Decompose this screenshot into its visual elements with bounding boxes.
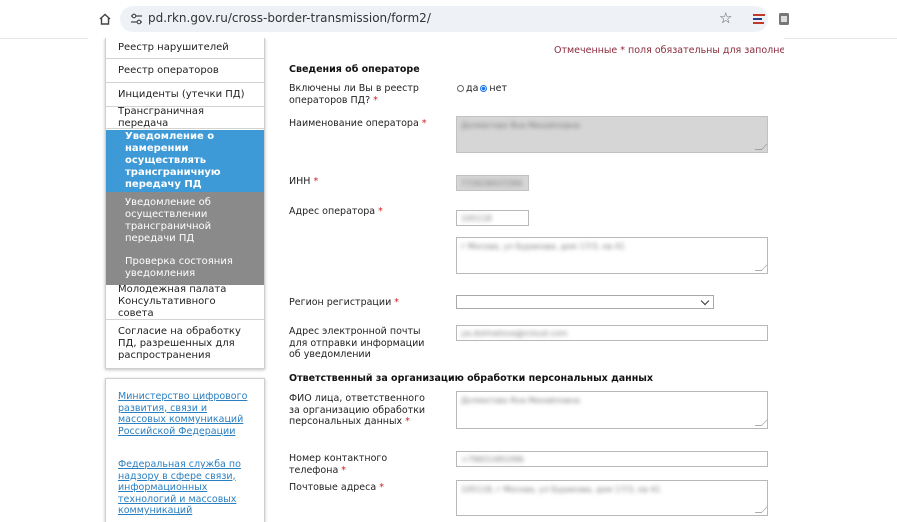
registry-question-label: Включены ли Вы в реестр операторов ПД? * bbox=[289, 83, 419, 106]
link-ministry[interactable]: Министерство цифрового развития, связи и… bbox=[118, 391, 254, 437]
bookmark-star-icon[interactable]: ☆ bbox=[719, 11, 732, 26]
operator-name-textarea[interactable]: Долматова Яна Михайловна bbox=[456, 116, 768, 153]
sidebar-item-label: Реестр операторов bbox=[118, 65, 219, 76]
page-content: Реестр нарушителей Реестр операторов Инц… bbox=[88, 38, 784, 522]
operator-name-value: Долматова Яна Михайловна bbox=[461, 121, 580, 130]
sidebar-nav: Реестр нарушителей Реестр операторов Инц… bbox=[105, 38, 265, 369]
radio-no[interactable] bbox=[480, 85, 488, 92]
sidebar-sub-intent-notice[interactable]: Уведомление о намерении осуществлять тра… bbox=[106, 130, 264, 192]
sidebar-item-label: Инциденты (утечки ПД) bbox=[118, 89, 245, 100]
address-textarea[interactable]: г Москва, ул Буракова, дом 17/3, кв 41 bbox=[456, 237, 768, 274]
email-input[interactable]: ya.dolmatova@icloud.com bbox=[456, 325, 768, 341]
sidebar-item-label: Трансграничная передача bbox=[118, 106, 204, 129]
sidebar-sub-status-check[interactable]: Проверка состояния уведомления bbox=[106, 250, 264, 285]
sidebar-item-youth-chamber[interactable]: Молодежная палата Консультативного совет… bbox=[106, 284, 264, 320]
region-label: Регион регистрации * bbox=[289, 297, 400, 308]
sidebar-sub-label: Проверка состояния уведомления bbox=[125, 255, 233, 279]
sidebar-item-label: Реестр нарушителей bbox=[118, 42, 229, 53]
sidebar-item-label: Молодежная палата Консультативного совет… bbox=[118, 284, 227, 319]
resize-handle-icon[interactable] bbox=[754, 143, 767, 150]
related-links-box: Министерство цифрового развития, связи и… bbox=[105, 378, 265, 522]
section-title-operator: Сведения об операторе bbox=[289, 64, 420, 75]
address-label: Адрес оператора * bbox=[289, 206, 383, 217]
extension-2-icon[interactable] bbox=[778, 12, 790, 26]
radio-no-label: нет bbox=[489, 83, 507, 94]
radio-yes-label: да bbox=[466, 83, 479, 94]
phone-label: Номер контактного телефона * bbox=[289, 453, 388, 476]
postcode-input[interactable]: 105118 bbox=[456, 210, 529, 226]
section-title-responsible: Ответственный за организацию обработки п… bbox=[289, 373, 654, 384]
resize-handle-icon[interactable] bbox=[754, 419, 767, 426]
fio-label: ФИО лица, ответственного за организацию … bbox=[289, 393, 426, 427]
postal-address-textarea[interactable]: 105118, г Москва, ул Буракова, дом 17/3,… bbox=[456, 480, 768, 516]
postal-address-label: Почтовые адреса * bbox=[289, 482, 384, 493]
phone-value: +79651481096 bbox=[461, 455, 524, 464]
sidebar-item-consent[interactable]: Согласие на обработку ПД, разрешенных дл… bbox=[106, 321, 264, 367]
phone-input[interactable]: +79651481096 bbox=[456, 451, 768, 467]
link-roskomnadzor[interactable]: Федеральная служба по надзору в сфере св… bbox=[118, 459, 254, 517]
registry-radio-group: да нет bbox=[457, 83, 507, 94]
resize-handle-icon[interactable] bbox=[754, 264, 767, 271]
sidebar-item-violators-registry[interactable]: Реестр нарушителей bbox=[106, 38, 264, 59]
fio-textarea[interactable]: Долматова Яна Михайловна bbox=[456, 391, 768, 429]
inn-label: ИНН * bbox=[289, 176, 319, 187]
address-value: г Москва, ул Буракова, дом 17/3, кв 41 bbox=[461, 242, 625, 251]
chevron-down-icon bbox=[700, 296, 710, 306]
sidebar-item-incidents[interactable]: Инциденты (утечки ПД) bbox=[106, 84, 264, 107]
sidebar-sub-implementation-notice[interactable]: Уведомление об осуществлении трансгранич… bbox=[106, 192, 264, 250]
required-fields-note: Отмеченные * поля обязательны для заполн… bbox=[554, 45, 784, 56]
region-select[interactable] bbox=[456, 295, 714, 309]
browser-toolbar: pd.rkn.gov.ru/cross-border-transmission/… bbox=[0, 0, 897, 39]
postal-address-value: 105118, г Москва, ул Буракова, дом 17/3,… bbox=[461, 485, 661, 494]
radio-yes[interactable] bbox=[457, 85, 464, 92]
address-bar[interactable]: pd.rkn.gov.ru/cross-border-transmission/… bbox=[120, 6, 768, 32]
fio-value: Долматова Яна Михайловна bbox=[461, 396, 580, 405]
postcode-value: 105118 bbox=[461, 214, 492, 223]
sidebar-item-cross-border[interactable]: Трансграничная передача bbox=[106, 106, 264, 129]
email-value: ya.dolmatova@icloud.com bbox=[461, 329, 568, 338]
home-icon[interactable] bbox=[98, 12, 112, 26]
sidebar-item-label: Согласие на обработку ПД, разрешенных дл… bbox=[118, 326, 241, 361]
sidebar-item-operators-registry[interactable]: Реестр операторов bbox=[106, 60, 264, 83]
inn-input[interactable]: 772618437284 bbox=[456, 175, 529, 191]
sidebar-sub-label: Уведомление об осуществлении трансгранич… bbox=[125, 197, 212, 244]
extension-icon[interactable] bbox=[752, 12, 766, 26]
inn-value: 772618437284 bbox=[461, 179, 523, 188]
resize-handle-icon[interactable] bbox=[754, 506, 767, 513]
site-info-icon[interactable] bbox=[130, 13, 143, 25]
sidebar-sub-label: Уведомление о намерении осуществлять тра… bbox=[125, 131, 221, 190]
url-text: pd.rkn.gov.ru/cross-border-transmission/… bbox=[148, 11, 431, 25]
email-label: Адрес электронной почты для отправки инф… bbox=[289, 326, 425, 360]
operator-name-label: Наименование оператора * bbox=[289, 118, 427, 129]
